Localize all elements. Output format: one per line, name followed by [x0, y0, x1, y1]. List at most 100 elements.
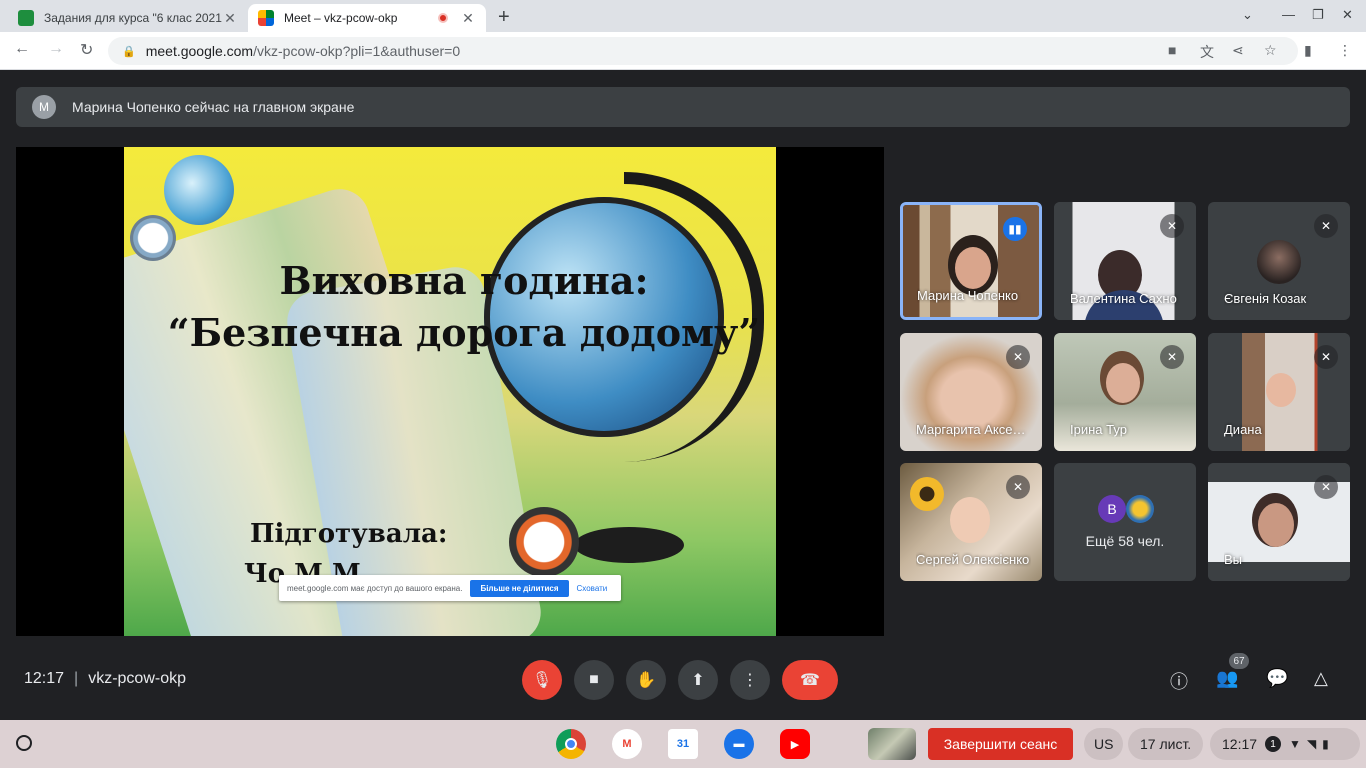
reload-icon[interactable]: ↻ [80, 40, 93, 60]
people-icon[interactable]: 👥 [1216, 668, 1238, 689]
meeting-code: vkz-pcow-okp [88, 670, 187, 687]
slide-title: Виховна година: “Безпечна дорога додому” [124, 255, 776, 359]
participant-name: Вы [1224, 552, 1243, 567]
slide-author-label: Підготувала: [250, 519, 448, 549]
more-participants-tile[interactable]: В Ещё 58 чел. [1054, 463, 1196, 581]
calendar-icon[interactable]: 31 [668, 729, 698, 759]
window-thumbnail[interactable] [868, 728, 916, 760]
share-notice-text: meet.google.com має доступ до вашого екр… [287, 583, 463, 593]
mic-off-icon: ✕ [1314, 214, 1338, 238]
participant-video [910, 477, 944, 511]
tab-search-icon[interactable]: ⌄ [1242, 7, 1253, 23]
presenter-banner: M Марина Чопенко сейчас на главном экран… [16, 87, 1350, 127]
participant-video [1106, 363, 1140, 403]
close-icon[interactable]: ✕ [460, 10, 476, 27]
mic-toggle-button[interactable]: 🎙 [522, 660, 562, 700]
more-options-button[interactable]: ⋮ [730, 660, 770, 700]
more-vert-icon: ⋮ [742, 672, 758, 689]
minimize-icon[interactable]: — [1282, 7, 1295, 22]
present-icon: ⬆ [691, 672, 705, 689]
new-tab-icon[interactable]: + [498, 6, 510, 29]
participant-tile[interactable]: ✕ Маргарита Аксенова [900, 333, 1042, 451]
tab-classroom[interactable]: Задания для курса "6 клас 2021 ✕ [8, 4, 248, 32]
participant-name: Марина Чопенко [917, 288, 1019, 303]
main-presentation[interactable]: Виховна година: “Безпечна дорога додому”… [16, 147, 884, 636]
participant-tile[interactable]: ▮▮ Марина Чопенко [900, 202, 1042, 320]
files-icon[interactable]: ▬ [724, 729, 754, 759]
tab-meet[interactable]: Meet – vkz-pcow-okp ✕ [248, 4, 486, 32]
lock-icon[interactable]: 🔒 [122, 45, 136, 58]
launcher-icon[interactable] [16, 735, 32, 751]
participant-tile[interactable]: ✕ Євгенія Козак [1208, 202, 1350, 320]
close-icon[interactable]: ✕ [222, 10, 238, 27]
presenter-banner-text: Марина Чопенко сейчас на главном экране [72, 99, 355, 115]
mic-off-icon: ✕ [1006, 345, 1030, 369]
raise-hand-button[interactable]: ✋ [626, 660, 666, 700]
date-indicator[interactable]: 17 лист. [1128, 728, 1204, 760]
participant-name: Валентина Сахно [1070, 291, 1177, 306]
mic-off-icon: ✕ [1160, 214, 1184, 238]
mic-off-icon: ✕ [1314, 345, 1338, 369]
slide-title-line: Виховна година: [279, 258, 649, 303]
participant-tile[interactable]: ✕ Валентина Сахно [1054, 202, 1196, 320]
keyboard-layout[interactable]: US [1084, 728, 1124, 760]
hide-button[interactable]: Сховати [577, 584, 608, 593]
end-session-button[interactable]: Завершити сеанс [928, 728, 1073, 760]
divider: | [74, 670, 79, 687]
wifi-icon: ◥ [1306, 737, 1317, 751]
mic-off-icon: ✕ [1006, 475, 1030, 499]
speaking-icon: ▮▮ [1003, 217, 1027, 241]
share-icon[interactable]: ⋖ [1232, 42, 1244, 59]
mic-off-icon: ✕ [1314, 475, 1338, 499]
url-host: meet.google.com [145, 43, 254, 59]
menu-icon[interactable]: ⋮ [1338, 42, 1352, 59]
activities-icon[interactable]: △ [1314, 668, 1328, 689]
camera-icon[interactable]: ■ [1168, 42, 1176, 58]
meet-icon [258, 10, 274, 26]
restore-icon[interactable]: ❐ [1312, 7, 1324, 23]
participant-tile[interactable]: ✕ Ірина Тур [1054, 333, 1196, 451]
translate-icon[interactable]: 文 [1200, 42, 1214, 62]
tab-title: Задания для курса "6 клас 2021 [44, 11, 222, 25]
recording-icon [438, 13, 448, 23]
self-tile[interactable]: ✕ Вы [1208, 463, 1350, 581]
participant-count-badge: 67 [1229, 653, 1249, 669]
presenter-avatar: M [32, 95, 56, 119]
forward-icon[interactable]: → [48, 40, 64, 58]
meeting-details-icon[interactable]: ⓘ [1170, 668, 1188, 694]
mini-globe-image [164, 155, 234, 225]
close-window-icon[interactable]: ✕ [1342, 7, 1353, 23]
participant-tile[interactable]: ✕ Сергей Олексієнко [900, 463, 1042, 581]
screen-share-notice: meet.google.com має доступ до вашого екр… [279, 575, 621, 601]
chat-icon[interactable]: 💬 [1266, 668, 1288, 689]
slide-title-line: “Безпечна дорога додому” [167, 310, 761, 355]
youtube-icon[interactable]: ▶ [780, 729, 810, 759]
chrome-icon[interactable] [556, 729, 586, 759]
participant-name: Євгенія Козак [1224, 291, 1307, 306]
leave-call-button[interactable]: ☎ [782, 660, 838, 700]
participant-video [1266, 373, 1296, 407]
meeting-time: 12:17 [24, 670, 65, 687]
address-bar[interactable]: 🔒 meet.google.com/vkz-pcow-okp?pli=1&aut… [108, 37, 1298, 65]
meeting-info: 12:17 | vkz-pcow-okp [24, 670, 186, 688]
tab-title: Meet – vkz-pcow-okp [284, 11, 398, 25]
present-screen-button[interactable]: ⬆ [678, 660, 718, 700]
gmail-icon[interactable]: M [612, 729, 642, 759]
hand-icon: ✋ [636, 672, 656, 689]
participant-avatar [1126, 495, 1154, 523]
camera-toggle-button[interactable]: ■ [574, 660, 614, 700]
participant-tile[interactable]: ✕ Диана [1208, 333, 1350, 451]
tab-strip: Задания для курса "6 клас 2021 ✕ Meet – … [0, 0, 1366, 32]
participant-name: Сергей Олексієнко [916, 552, 1030, 567]
bookmark-star-icon[interactable]: ☆ [1264, 42, 1277, 59]
side-panel-icon[interactable]: ▮ [1304, 42, 1312, 59]
os-shelf: M 31 ▬ ▶ Завершити сеанс US 17 лист. 12:… [0, 720, 1366, 768]
status-tray[interactable]: 12:17 1 ▼ ◥ ▮ [1210, 728, 1360, 760]
network-icon: ▼ [1289, 737, 1301, 751]
participant-video [955, 247, 991, 289]
participant-video [950, 497, 990, 543]
participant-avatar: В [1098, 495, 1126, 523]
stop-sharing-button[interactable]: Більше не ділитися [470, 579, 569, 597]
participant-video [1258, 503, 1294, 547]
back-icon[interactable]: ← [14, 40, 30, 58]
